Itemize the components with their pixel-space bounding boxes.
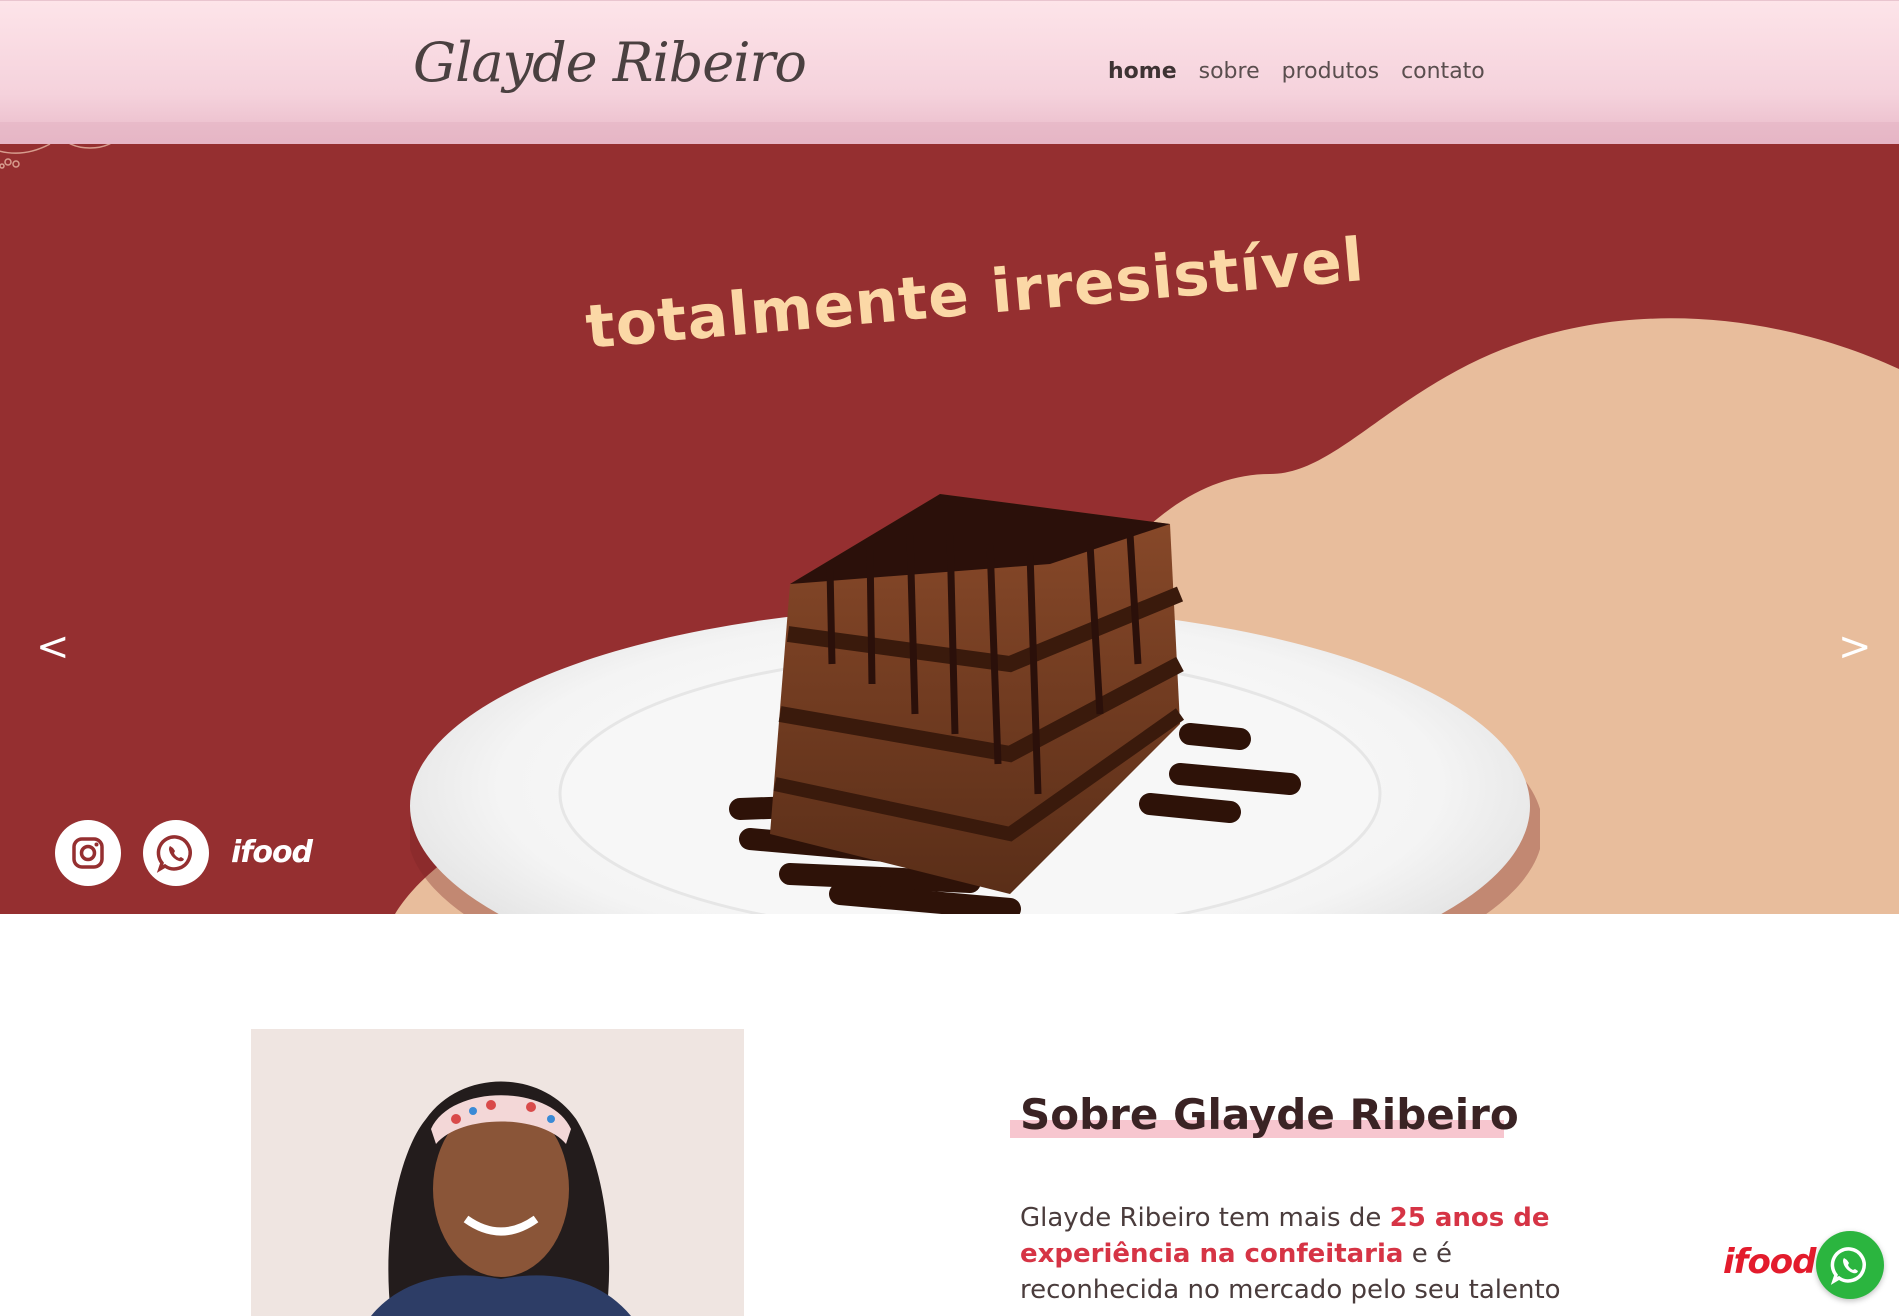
header-band (0, 122, 1899, 144)
site-header: Glayde Ribeiro home sobre produtos conta… (0, 0, 1899, 144)
slider-next-button[interactable]: > (1838, 624, 1872, 670)
whatsapp-button[interactable] (143, 820, 209, 886)
instagram-icon (72, 837, 104, 869)
floating-whatsapp-button[interactable] (1816, 1231, 1884, 1299)
slider-prev-button[interactable]: < (36, 624, 70, 670)
glayde-photo (251, 1029, 744, 1316)
main-nav: home sobre produtos contato (1108, 59, 1485, 84)
about-text-start: Glayde Ribeiro tem mais de (1020, 1203, 1390, 1233)
ifood-link[interactable]: ifood (231, 835, 313, 870)
floating-ifood-button[interactable]: ifood (1723, 1242, 1817, 1282)
site-logo[interactable]: Glayde Ribeiro (413, 31, 807, 94)
instagram-button[interactable] (55, 820, 121, 886)
nav-contato[interactable]: contato (1401, 59, 1485, 84)
social-links: ifood (55, 820, 313, 886)
nav-sobre[interactable]: sobre (1199, 59, 1260, 84)
whatsapp-icon (1830, 1247, 1866, 1285)
about-heading: Sobre Glayde Ribeiro (1010, 1090, 1519, 1139)
nav-produtos[interactable]: produtos (1282, 59, 1379, 84)
cake-on-plate-image (410, 494, 1540, 914)
nav-home[interactable]: home (1108, 59, 1177, 84)
ifood-label: ifood (231, 835, 313, 870)
whatsapp-icon (156, 835, 192, 873)
about-title: Sobre Glayde Ribeiro (1020, 1090, 1519, 1139)
about-paragraph: Glayde Ribeiro tem mais de 25 anos de ex… (1020, 1200, 1580, 1308)
hero-slider: totalmente irresistível < > ifood (0, 144, 1899, 914)
